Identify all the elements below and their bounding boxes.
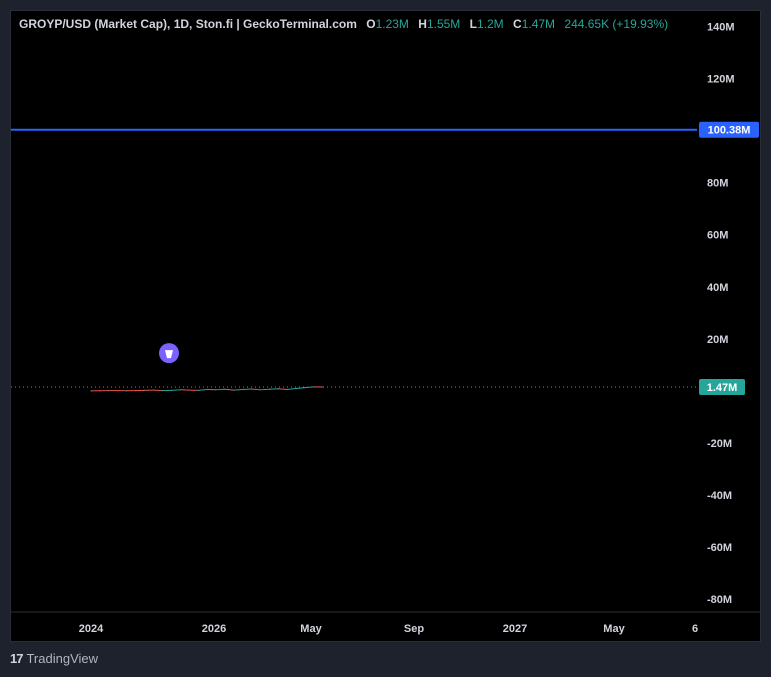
y-axis: 140M 120M 80M 60M 40M 20M -20M -40M -60M -80M [707,22,735,606]
series-segment [171,389,181,391]
series-segment [198,389,208,391]
series-segment [242,388,252,391]
series-segment [215,388,225,391]
y-tick-label: -20M [707,438,732,450]
last-price-label: 1.47M [707,382,738,394]
hline-price-label: 100.38M [708,125,751,137]
x-tick-label: 2026 [202,623,226,635]
series-segment [251,388,261,391]
series-segment [233,389,243,391]
plot-area: 100.38M 1.47M [11,121,759,396]
series-segment [278,388,288,391]
series-segment [224,388,234,391]
high-key: H [418,17,427,31]
y-tick-label: 40M [707,282,728,294]
y-tick-label: 120M [707,74,735,86]
symbol-title: GROYP/USD (Market Cap), 1D, Ston.fi | Ge… [19,17,357,31]
x-axis: 2024 2026 May Sep 2027 May 6 [11,611,760,635]
y-tick-label: -40M [707,490,732,502]
series-segment [305,386,315,389]
open-value: 1.23M [375,17,409,31]
low-key: L [469,17,477,31]
x-tick-label: May [603,623,625,635]
y-tick-label: 20M [707,334,728,346]
x-tick-label: 2024 [79,623,104,635]
series-segment [269,388,279,390]
chart-canvas[interactable]: 140M 120M 80M 60M 40M 20M -20M -40M -60M -80M 202… [11,11,760,641]
low-value: 1.2M [476,17,504,31]
y-tick-label: -80M [707,594,732,606]
x-tick-label: 2027 [503,623,527,635]
chart-frame[interactable]: 140M 120M 80M 60M 40M 20M -20M -40M -60M -80M 202… [10,10,761,642]
chart-legend: GROYP/USD (Market Cap), 1D, Ston.fi | Ge… [19,17,668,31]
open-key: O [366,17,376,31]
series-segment [260,388,270,391]
y-tick-label: -60M [707,542,732,554]
x-tick-label: May [300,623,322,635]
series-point [322,386,324,388]
high-value: 1.55M [426,17,461,31]
series-segment [153,389,163,392]
y-tick-label: 140M [707,22,735,34]
y-tick-label: 60M [707,230,728,242]
y-tick-label: 80M [707,178,728,190]
tradingview-footer[interactable]: 17 TradingView [10,651,98,666]
close-value: 1.47M [521,17,556,31]
series-segment [296,387,306,390]
close-key: C [513,17,522,31]
change-value: 244.65K (+19.93%) [564,17,669,31]
tradingview-brand: TradingView [26,651,99,666]
x-tick-label: 6 [692,623,698,635]
series-segment [287,388,297,391]
x-tick-label: Sep [404,623,424,635]
tradingview-logo-icon: 17 [10,651,24,666]
